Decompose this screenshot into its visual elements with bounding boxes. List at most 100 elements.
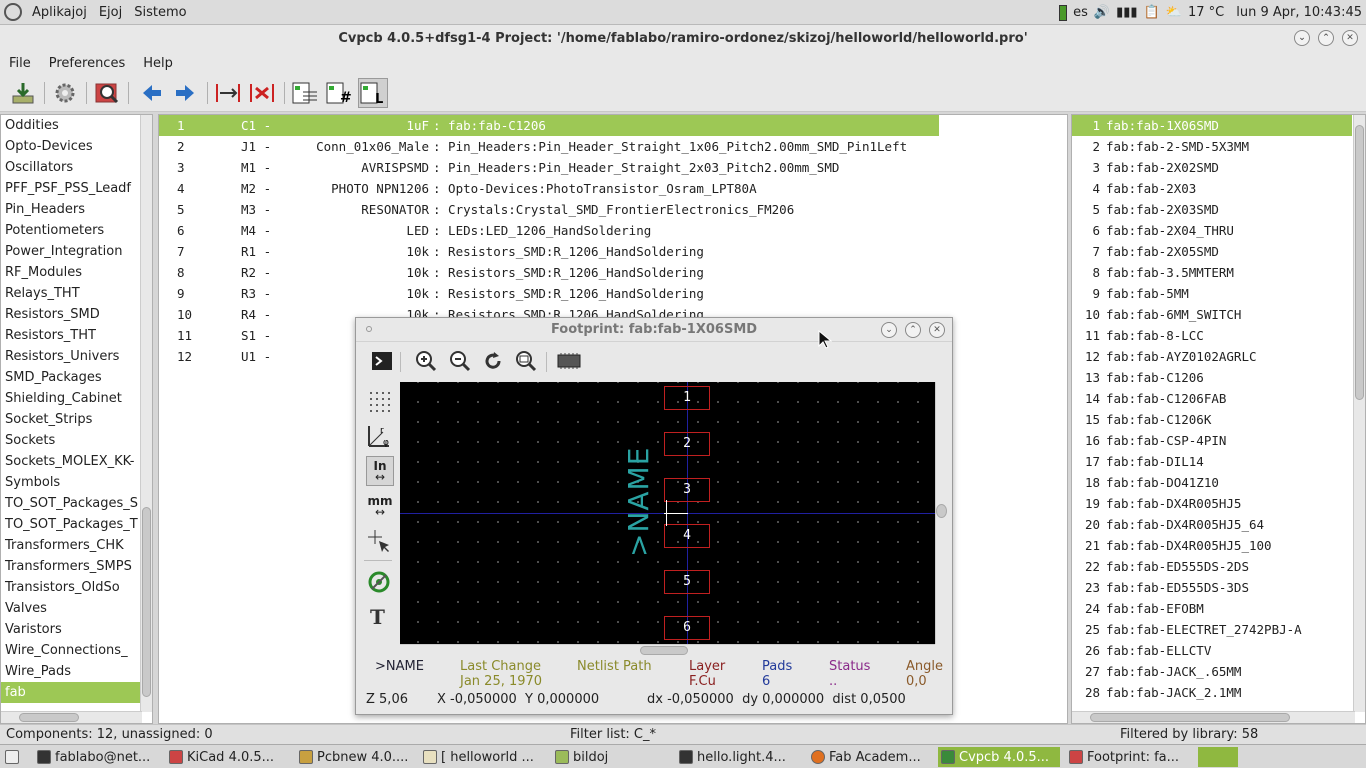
clock[interactable]: lun 9 Apr, 10:43:45	[1236, 5, 1362, 20]
library-item[interactable]: SMD_Packages	[1, 367, 142, 388]
footprint-row[interactable]: 26 fab:fab-ELLCTV	[1072, 640, 1352, 661]
close-icon[interactable]: ✕	[1342, 30, 1358, 46]
menu-help[interactable]: Help	[134, 56, 182, 71]
library-item[interactable]: Opto-Devices	[1, 136, 142, 157]
next-icon[interactable]	[170, 78, 200, 108]
library-list-hscroll[interactable]	[1, 711, 142, 723]
zoom-fit-icon[interactable]	[513, 348, 539, 374]
library-item[interactable]: TO_SOT_Packages_T	[1, 514, 142, 535]
inch-units-icon[interactable]: In ↔	[366, 456, 394, 486]
library-item[interactable]: Varistors	[1, 619, 142, 640]
polar-coords-icon[interactable]: rφ	[366, 423, 392, 449]
footprint-row[interactable]: 10 fab:fab-6MM_SWITCH	[1072, 304, 1352, 325]
display-options-icon[interactable]	[369, 348, 395, 374]
minimize-icon[interactable]: ⌄	[1294, 30, 1310, 46]
footprint-viewer-title[interactable]: Footprint: fab:fab-1X06SMD	[356, 318, 952, 342]
component-row[interactable]: 3 M1 - AVRISPSMD: Pin_Headers:Pin_Header_S…	[159, 157, 939, 178]
footprint-row[interactable]: 7 fab:fab-2X05SMD	[1072, 241, 1352, 262]
show-desktop-icon[interactable]	[2, 747, 28, 767]
library-item[interactable]: Resistors_SMD	[1, 304, 142, 325]
library-item[interactable]: Oscillators	[1, 157, 142, 178]
component-row[interactable]: 7 R1 - 10k: Resistors_SMD:R_1206_HandSolde…	[159, 241, 939, 262]
footprint-list[interactable]: 1 fab:fab-1X06SMD 2 fab:fab-2-SMD-5X3MM 3 fab…	[1071, 114, 1366, 724]
window-menu-dot-icon[interactable]	[366, 326, 372, 332]
component-row[interactable]: 1 C1 - 1uF: fab:fab-C1206	[159, 115, 939, 136]
taskbar-item[interactable]: KiCad 4.0.5...	[166, 747, 290, 767]
library-item[interactable]: Transformers_CHK	[1, 535, 142, 556]
places-menu[interactable]: Ejoj	[93, 5, 128, 20]
footprint-row[interactable]: 11 fab:fab-8-LCC	[1072, 325, 1352, 346]
library-item[interactable]: fab	[1, 682, 142, 703]
previous-icon[interactable]	[137, 78, 167, 108]
library-item[interactable]: Resistors_THT	[1, 325, 142, 346]
library-item[interactable]: PFF_PSF_PSS_Leadf	[1, 178, 142, 199]
library-list-vscroll[interactable]	[140, 115, 152, 712]
footprint-row[interactable]: 8 fab:fab-3.5MMTERM	[1072, 262, 1352, 283]
footprint-row[interactable]: 20 fab:fab-DX4R005HJ5_64	[1072, 514, 1352, 535]
reference-text[interactable]: >NAME	[622, 447, 655, 557]
3d-view-icon[interactable]	[556, 348, 582, 374]
component-row[interactable]: 5 M3 - RESONATOR: Crystals:Crystal_SMD_Fro…	[159, 199, 939, 220]
library-item[interactable]: Resistors_Univers	[1, 346, 142, 367]
library-item[interactable]: Transistors_OldSo	[1, 577, 142, 598]
library-item[interactable]: Wire_Pads	[1, 661, 142, 682]
footprint-list-vscroll[interactable]	[1353, 115, 1365, 712]
library-item[interactable]: Power_Integration	[1, 241, 142, 262]
footprint-row[interactable]: 21 fab:fab-DX4R005HJ5_100	[1072, 535, 1352, 556]
footprint-row[interactable]: 6 fab:fab-2X04_THRU	[1072, 220, 1352, 241]
zoom-in-icon[interactable]	[413, 348, 439, 374]
footprint-row[interactable]: 18 fab:fab-DO41Z10	[1072, 472, 1352, 493]
library-item[interactable]: Transformers_SMPS	[1, 556, 142, 577]
footprint-row[interactable]: 16 fab:fab-CSP-4PIN	[1072, 430, 1352, 451]
component-row[interactable]: 6 M4 - LED: LEDs:LED_1206_HandSoldering	[159, 220, 939, 241]
library-item[interactable]: Socket_Strips	[1, 409, 142, 430]
system-menu[interactable]: Sistemo	[128, 5, 192, 20]
pad[interactable]: 4	[664, 524, 710, 548]
applications-menu[interactable]: Aplikajoj	[26, 5, 93, 20]
component-row[interactable]: 4 M2 - PHOTO NPN1206: Opto-Devices:PhotoTr…	[159, 178, 939, 199]
viewer-minimize-icon[interactable]: ⌄	[881, 322, 897, 338]
taskbar-item[interactable]: bildoj	[552, 747, 670, 767]
footprint-list-hscroll[interactable]	[1072, 711, 1355, 723]
maximize-icon[interactable]: ⌃	[1318, 30, 1334, 46]
viewer-maximize-icon[interactable]: ⌃	[905, 322, 921, 338]
component-row[interactable]: 9 R3 - 10k: Resistors_SMD:R_1206_HandSolde…	[159, 283, 939, 304]
volume-icon[interactable]: 🔊	[1094, 5, 1110, 20]
redraw-icon[interactable]	[480, 348, 506, 374]
component-row[interactable]: 2 J1 - Conn_01x06_Male: Pin_Headers:Pin_He…	[159, 136, 939, 157]
keyboard-layout[interactable]: es	[1073, 5, 1088, 20]
pad[interactable]: 1	[664, 386, 710, 410]
component-row[interactable]: 8 R2 - 10k: Resistors_SMD:R_1206_HandSolde…	[159, 262, 939, 283]
library-list[interactable]: Oddities Opto-Devices Oscillators PFF_PSF_P…	[0, 114, 153, 724]
filter-keyword-icon[interactable]	[290, 78, 320, 108]
pad-sketch-icon[interactable]	[366, 569, 392, 595]
footprint-row[interactable]: 28 fab:fab-JACK_2.1MM	[1072, 682, 1352, 703]
settings-icon[interactable]	[50, 78, 80, 108]
footprint-row[interactable]: 22 fab:fab-ED555DS-2DS	[1072, 556, 1352, 577]
distro-logo-icon[interactable]	[4, 3, 22, 21]
menu-file[interactable]: File	[0, 56, 40, 71]
weather-temp[interactable]: 17 °C	[1188, 5, 1224, 20]
pad[interactable]: 6	[664, 616, 710, 640]
library-item[interactable]: Shielding_Cabinet	[1, 388, 142, 409]
taskbar-item[interactable]: hello.light.4...	[676, 747, 802, 767]
taskbar-item[interactable]: fablabo@net...	[34, 747, 160, 767]
library-item[interactable]: Potentiometers	[1, 220, 142, 241]
taskbar-item[interactable]: [ helloworld ...	[420, 747, 546, 767]
pad[interactable]: 5	[664, 570, 710, 594]
filter-pincount-icon[interactable]: #	[324, 78, 354, 108]
library-item[interactable]: Relays_THT	[1, 283, 142, 304]
network-icon[interactable]: ▮▮▮	[1116, 5, 1137, 20]
view-footprint-icon[interactable]	[92, 78, 122, 108]
taskbar-item-active[interactable]: Cvpcb 4.0.5...	[938, 747, 1060, 767]
taskbar-item[interactable]: Pcbnew 4.0....	[296, 747, 414, 767]
filter-library-icon[interactable]: L	[358, 78, 388, 108]
library-item[interactable]: Symbols	[1, 472, 142, 493]
canvas-hscroll[interactable]	[400, 644, 935, 657]
library-item[interactable]: RF_Modules	[1, 262, 142, 283]
pad[interactable]: 3	[664, 478, 710, 502]
delete-associations-icon[interactable]	[247, 78, 277, 108]
taskbar-item[interactable]: Footprint: fa...	[1066, 747, 1192, 767]
text-sketch-icon[interactable]: T	[366, 603, 392, 629]
taskbar-item[interactable]: Fab Academ...	[808, 747, 934, 767]
